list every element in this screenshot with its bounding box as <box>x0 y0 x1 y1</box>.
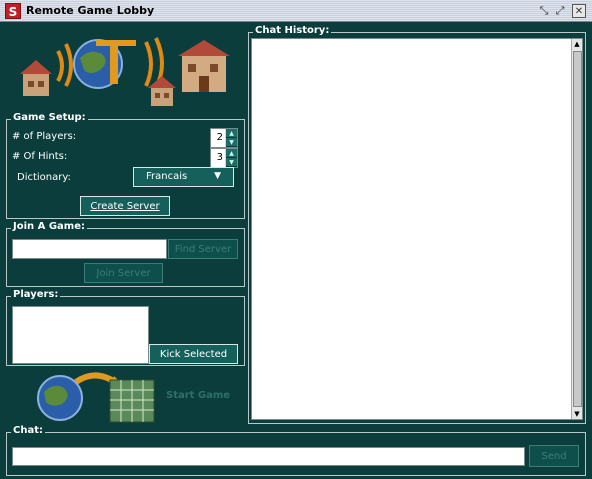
chevron-down-icon: ▼ <box>214 171 221 181</box>
players-list[interactable] <box>12 306 149 364</box>
players-count-value: 2 <box>216 132 223 143</box>
minimize-icon[interactable]: ⤡ <box>537 4 551 18</box>
globe-to-board-icon[interactable] <box>36 368 158 424</box>
network-houses-logo <box>14 26 238 112</box>
chat-input[interactable] <box>12 447 525 466</box>
scroll-up-icon[interactable]: ▲ <box>572 39 582 49</box>
spinner-down-icon[interactable]: ▼ <box>226 138 237 147</box>
server-address-input[interactable] <box>12 239 167 259</box>
spinner-up-icon[interactable]: ▲ <box>226 149 237 158</box>
hints-count-value: 3 <box>216 152 223 163</box>
players-label: Players: <box>11 289 61 300</box>
chat-label: Chat: <box>11 425 45 436</box>
chat-history-scrollbar[interactable]: ▲ ▼ <box>571 39 582 419</box>
players-count-spinner[interactable]: 2 ▲ ▼ <box>210 128 238 148</box>
dictionary-value: Francais <box>146 171 188 182</box>
dictionary-label: Dictionary: <box>17 172 71 183</box>
start-game-label[interactable]: Start Game <box>166 390 230 401</box>
find-server-button[interactable]: Find Server <box>168 239 238 259</box>
players-count-label: # of Players: <box>12 131 77 142</box>
hints-count-label: # Of Hints: <box>12 151 68 162</box>
chat-history-label: Chat History: <box>253 25 332 36</box>
window-title: Remote Game Lobby <box>26 4 155 17</box>
spinner-up-icon[interactable]: ▲ <box>226 129 237 138</box>
kick-selected-button[interactable]: Kick Selected <box>149 344 238 364</box>
hints-count-spinner[interactable]: 3 ▲ ▼ <box>210 148 238 168</box>
spinner-down-icon[interactable]: ▼ <box>226 158 237 167</box>
title-bar[interactable]: S Remote Game Lobby ⤡ ⤢ ✕ <box>0 0 592 22</box>
join-game-label: Join A Game: <box>11 221 87 232</box>
close-icon[interactable]: ✕ <box>572 4 586 18</box>
scroll-down-icon[interactable]: ▼ <box>572 409 582 419</box>
create-server-button[interactable]: Create Server <box>80 196 170 216</box>
join-server-button[interactable]: Join Server <box>84 263 163 283</box>
game-setup-label: Game Setup: <box>11 112 88 123</box>
scroll-thumb[interactable] <box>573 51 582 407</box>
app-icon: S <box>5 3 21 19</box>
dictionary-select[interactable]: Francais ▼ <box>133 167 234 187</box>
maximize-icon[interactable]: ⤢ <box>553 4 567 18</box>
send-button[interactable]: Send <box>529 445 579 467</box>
chat-history-area[interactable] <box>251 38 583 420</box>
